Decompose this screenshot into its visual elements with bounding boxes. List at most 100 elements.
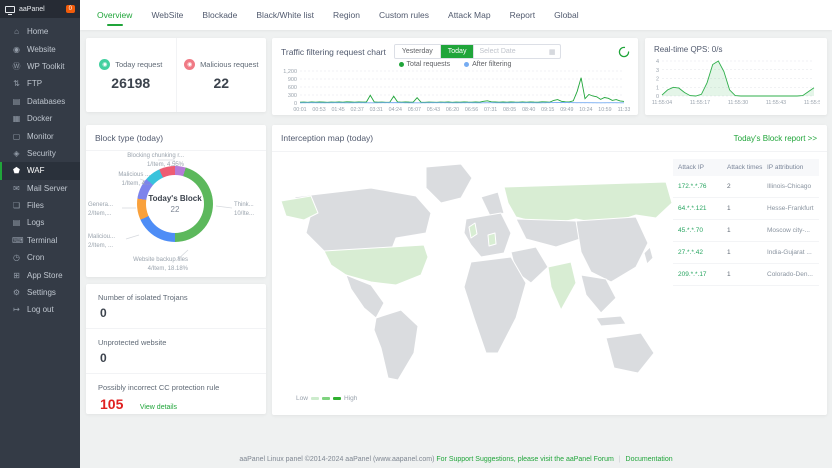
- sidebar-item-settings[interactable]: ⚙Settings: [0, 284, 80, 301]
- tab-website[interactable]: WebSite: [151, 0, 183, 30]
- svg-text:06:56: 06:56: [465, 107, 478, 113]
- sidebar-item-label: Cron: [27, 253, 44, 262]
- wp-toolkit-icon: Ⓦ: [12, 61, 21, 72]
- tab-report[interactable]: Report: [510, 0, 536, 30]
- sidebar-item-ftp[interactable]: ⇅FTP: [0, 75, 80, 92]
- view-details-link[interactable]: View details: [140, 404, 177, 411]
- svg-text:02:37: 02:37: [351, 107, 364, 113]
- forum-link[interactable]: For Support Suggestions, please visit th…: [436, 456, 613, 463]
- today-button[interactable]: Today: [441, 45, 475, 58]
- logo-bar[interactable]: aaPanel 0: [0, 0, 80, 18]
- slice-label-thinkphp: Think...10/Ite...: [234, 201, 266, 220]
- svg-text:10:59: 10:59: [598, 107, 611, 113]
- today-request-label: Today request: [115, 60, 162, 69]
- sidebar-item-terminal[interactable]: ⌨Terminal: [0, 232, 80, 249]
- sidebar-item-label: Security: [27, 149, 56, 158]
- slice-label-malicious-2: Maliciou...2/Item, ...: [88, 233, 134, 252]
- attack-table-row[interactable]: 172.*.*.762Illinois-Chicago: [673, 176, 819, 198]
- tab-attack-map[interactable]: Attack Map: [448, 0, 491, 30]
- svg-text:11:55:17: 11:55:17: [690, 100, 710, 106]
- sidebar-item-waf[interactable]: ⬟WAF: [0, 162, 80, 179]
- sidebar-item-label: Files: [27, 201, 44, 210]
- svg-text:08:40: 08:40: [522, 107, 535, 113]
- alerts-card: Number of isolated Trojans 0 Unprotected…: [86, 284, 266, 414]
- sidebar-item-label: FTP: [27, 79, 42, 88]
- after-filtering-dot: [464, 62, 469, 67]
- svg-text:05:43: 05:43: [427, 107, 440, 113]
- sidebar-item-docker[interactable]: ▦Docker: [0, 110, 80, 127]
- svg-text:09:49: 09:49: [560, 107, 573, 113]
- svg-text:11:55:43: 11:55:43: [766, 100, 786, 106]
- message-badge[interactable]: 0: [66, 5, 75, 13]
- svg-text:07:31: 07:31: [484, 107, 497, 113]
- yesterday-button[interactable]: Yesterday: [395, 45, 441, 58]
- tab-overview[interactable]: Overview: [97, 0, 132, 30]
- svg-text:1: 1: [656, 85, 659, 91]
- main-area: Overview WebSite Blockade Black/White list R…: [80, 0, 832, 468]
- svg-text:600: 600: [288, 85, 297, 91]
- malicious-request-label: Malicious request: [200, 60, 258, 69]
- donut-center: Today's Block 22: [146, 175, 204, 233]
- settings-icon: ⚙: [12, 288, 21, 297]
- select-date-input[interactable]: Select Date ▦: [474, 45, 560, 58]
- attack-table-row[interactable]: 209.*.*.171Colorado-Den...: [673, 264, 819, 286]
- total-requests-dot: [399, 62, 404, 67]
- unprotected-website-stat: Unprotected website 0: [86, 329, 266, 374]
- block-report-link[interactable]: Today's Block report >>: [734, 134, 817, 143]
- svg-text:06:20: 06:20: [446, 107, 459, 113]
- tab-global[interactable]: Global: [554, 0, 579, 30]
- slice-label-malicious-1: Malicious ...1/Item, 4...: [88, 171, 150, 190]
- auto-refresh-icon[interactable]: [618, 46, 630, 58]
- eye-icon: ◉: [99, 59, 110, 70]
- sidebar-item-databases[interactable]: ▤Databases: [0, 93, 80, 110]
- attack-ip: 27.*.*.42: [673, 249, 727, 256]
- svg-text:4: 4: [656, 59, 659, 65]
- tab-bar: Overview WebSite Blockade Black/White list R…: [80, 0, 832, 30]
- tab-custom-rules[interactable]: Custom rules: [379, 0, 429, 30]
- attack-ip: 45.*.*.70: [673, 227, 727, 234]
- attack-times: 2: [727, 183, 767, 190]
- sidebar-item-mail-server[interactable]: ✉Mail Server: [0, 180, 80, 197]
- svg-text:900: 900: [288, 77, 297, 83]
- legend-after-filtering[interactable]: After filtering: [464, 61, 511, 68]
- ip-attribution: Illinois-Chicago: [767, 183, 819, 190]
- sidebar-item-app-store[interactable]: ⊞App Store: [0, 266, 80, 283]
- qps-title: Real-time QPS: 0/s: [645, 38, 827, 56]
- tab-region[interactable]: Region: [333, 0, 360, 30]
- footer-copyright: aaPanel Linux panel ©2014-2024 aaPanel (…: [239, 456, 434, 463]
- sidebar-item-label: Docker: [27, 114, 52, 123]
- donut-center-value: 22: [171, 205, 180, 214]
- attack-times: 1: [727, 249, 767, 256]
- sidebar-item-label: Logs: [27, 218, 44, 227]
- legend-total-requests[interactable]: Total requests: [399, 61, 451, 68]
- sidebar-item-label: Monitor: [27, 132, 54, 141]
- qps-area-chart: 0123411:55:0411:55:1711:55:3011:55:4311:…: [650, 56, 820, 108]
- ip-attribution: Moscow city-...: [767, 227, 819, 234]
- sidebar-item-cron[interactable]: ◷Cron: [0, 249, 80, 266]
- footer: aaPanel Linux panel ©2014-2024 aaPanel (…: [80, 456, 832, 463]
- legend-total-requests-label: Total requests: [407, 61, 451, 68]
- block-type-chart: Today's Block 22 Blocking chunking r...1…: [86, 151, 266, 276]
- sidebar-item-home[interactable]: ⌂Home: [0, 23, 80, 40]
- traffic-chart-title: Traffic filtering request chart: [281, 47, 386, 57]
- sidebar-item-security[interactable]: ◈Security: [0, 145, 80, 162]
- website-icon: ◉: [12, 45, 21, 54]
- sidebar-item-label: Mail Server: [27, 184, 67, 193]
- attack-table-row[interactable]: 64.*.*.1211Hesse-Frankfurt: [673, 198, 819, 220]
- bug-icon: ◉: [184, 59, 195, 70]
- sidebar-item-website[interactable]: ◉Website: [0, 40, 80, 57]
- sidebar-item-files[interactable]: ❏Files: [0, 197, 80, 214]
- attack-table-row[interactable]: 45.*.*.701Moscow city-...: [673, 220, 819, 242]
- sidebar-item-logout[interactable]: ↦Log out: [0, 301, 80, 318]
- qps-card: Real-time QPS: 0/s 0123411:55:0411:55:17…: [645, 38, 827, 115]
- sidebar-item-wp-toolkit[interactable]: ⓌWP Toolkit: [0, 58, 80, 75]
- documentation-link[interactable]: Documentation: [626, 456, 673, 463]
- date-range-group: Yesterday Today Select Date ▦: [394, 44, 562, 59]
- sidebar-item-monitor[interactable]: ▢Monitor: [0, 127, 80, 144]
- aapanel-logo-icon: [5, 6, 15, 13]
- tab-blockade[interactable]: Blockade: [202, 0, 237, 30]
- sidebar-item-logs[interactable]: ▤Logs: [0, 214, 80, 231]
- tab-black-white-list[interactable]: Black/White list: [256, 0, 314, 30]
- svg-text:00:01: 00:01: [293, 107, 306, 113]
- attack-table-row[interactable]: 27.*.*.421India-Gujarat ...: [673, 242, 819, 264]
